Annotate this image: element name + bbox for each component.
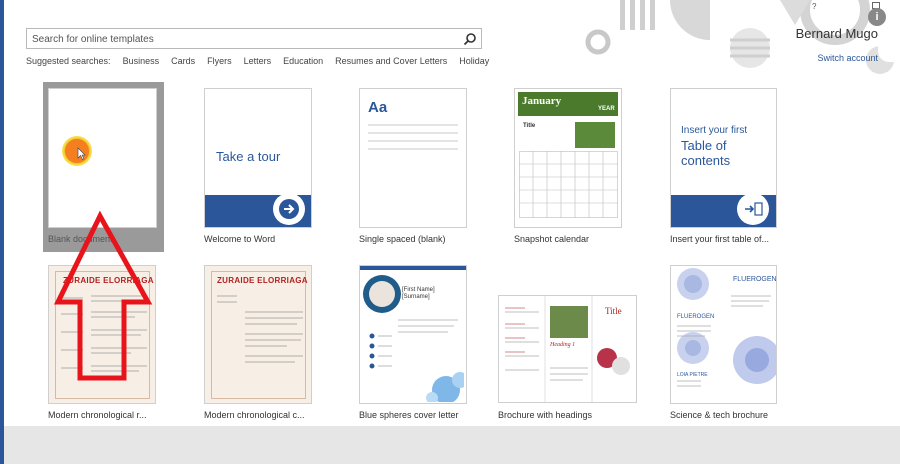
calendar-grid bbox=[519, 151, 618, 218]
toc-insert-icon bbox=[737, 193, 769, 225]
science-art bbox=[677, 268, 776, 387]
search-input[interactable] bbox=[27, 30, 447, 49]
science-brand-right: FLUEROGEN bbox=[733, 276, 777, 283]
suggested-letters[interactable]: Letters bbox=[244, 56, 272, 66]
suggested-holiday[interactable]: Holiday bbox=[459, 56, 489, 66]
aa-heading: Aa bbox=[368, 99, 388, 116]
template-science-tech-brochure[interactable]: FLUEROGEN FLUEROGEN LOIA PIETRE bbox=[670, 265, 777, 404]
template-single-spaced[interactable]: Aa bbox=[359, 88, 467, 228]
cover-lines bbox=[217, 295, 303, 363]
footer-strip bbox=[4, 426, 900, 464]
brochure-heading: Heading 1 bbox=[550, 342, 576, 348]
toc-small-text: Insert your first bbox=[681, 125, 748, 136]
template-table-of-contents[interactable]: Insert your first Table of contents bbox=[670, 88, 777, 228]
tour-text: Take a tour bbox=[216, 149, 281, 164]
switch-account-link[interactable]: Switch account bbox=[817, 53, 878, 63]
template-label: Modern chronological c... bbox=[204, 410, 305, 420]
suggested-searches: Suggested searches: Business Cards Flyer… bbox=[26, 56, 489, 66]
calendar-month: January bbox=[522, 95, 562, 107]
template-brochure-headings[interactable]: Title Heading 1 bbox=[498, 295, 637, 403]
info-icon[interactable]: i bbox=[868, 8, 886, 26]
template-modern-cover-letter[interactable]: ZURAIDE ELORRIAGA bbox=[204, 265, 312, 404]
template-label: Blue spheres cover letter bbox=[359, 410, 459, 420]
calendar-title: Title bbox=[523, 123, 536, 129]
calendar-photo bbox=[575, 122, 615, 148]
template-label: Welcome to Word bbox=[204, 234, 276, 244]
calendar-year: YEAR bbox=[598, 106, 615, 112]
template-label: Brochure with headings bbox=[498, 410, 593, 420]
template-welcome-to-word[interactable]: Take a tour bbox=[204, 88, 312, 228]
template-label: Insert your first table of... bbox=[670, 234, 770, 244]
search-icon[interactable] bbox=[463, 32, 477, 46]
template-label: Snapshot calendar bbox=[514, 234, 590, 244]
text-lines bbox=[368, 124, 458, 150]
template-label: Modern chronological r... bbox=[48, 410, 147, 420]
toc-big-text: Table of contents bbox=[681, 138, 731, 168]
template-blue-spheres[interactable]: [First Name] [Surname] bbox=[359, 265, 467, 404]
search-box bbox=[26, 28, 482, 49]
spheres-photo bbox=[369, 281, 395, 307]
suggested-resumes[interactable]: Resumes and Cover Letters bbox=[335, 56, 447, 66]
suggested-flyers[interactable]: Flyers bbox=[207, 56, 232, 66]
science-brand-left: FLUEROGEN bbox=[677, 314, 715, 320]
template-snapshot-calendar[interactable]: January YEAR Title bbox=[514, 88, 622, 228]
resume-name: ZURAIDE ELORRIAGA bbox=[63, 276, 154, 285]
spheres-topbar bbox=[360, 266, 466, 270]
user-name: Bernard Mugo bbox=[795, 26, 878, 41]
template-label: Single spaced (blank) bbox=[359, 234, 446, 244]
template-label: Blank document bbox=[48, 234, 113, 244]
highlighted-mouse-cursor-icon bbox=[62, 136, 92, 166]
help-button[interactable]: ? bbox=[812, 2, 816, 11]
suggested-education[interactable]: Education bbox=[283, 56, 323, 66]
suggested-label: Suggested searches: bbox=[26, 56, 111, 66]
template-label: Science & tech brochure bbox=[670, 410, 769, 420]
suggested-business[interactable]: Business bbox=[123, 56, 160, 66]
arrow-right-icon bbox=[273, 193, 305, 225]
spheres-lines bbox=[369, 319, 464, 402]
template-modern-resume[interactable]: ZURAIDE ELORRIAGA bbox=[48, 265, 156, 404]
resume-lines bbox=[61, 295, 147, 372]
avatar[interactable] bbox=[878, 32, 900, 62]
spheres-first-name: [First Name] bbox=[402, 287, 435, 293]
science-person: LOIA PIETRE bbox=[677, 372, 708, 378]
brochure-title: Title bbox=[605, 306, 622, 316]
cover-name: ZURAIDE ELORRIAGA bbox=[217, 276, 308, 285]
spheres-surname: [Surname] bbox=[402, 294, 430, 300]
suggested-cards[interactable]: Cards bbox=[171, 56, 195, 66]
